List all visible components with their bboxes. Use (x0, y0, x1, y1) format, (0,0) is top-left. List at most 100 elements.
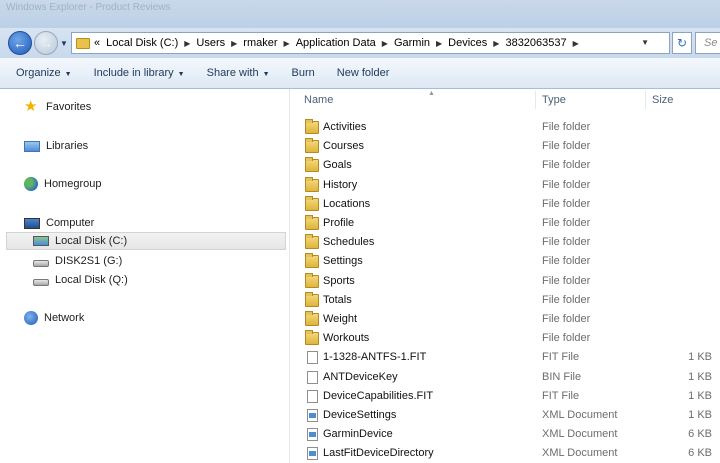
file-row[interactable]: GarminDevice XML Document 6 KB (291, 425, 720, 444)
folder-icon (305, 273, 319, 288)
file-row[interactable]: History File folder (291, 176, 720, 195)
file-row[interactable]: 1-1328-ANTFS-1.FIT FIT File 1 KB (291, 348, 720, 367)
column-header-size[interactable]: Size (652, 89, 673, 111)
file-row[interactable]: Workouts File folder (291, 329, 720, 348)
nav-drive-q[interactable]: Local Disk (Q:) (33, 271, 128, 289)
address-bar[interactable]: « Local Disk (C:) ▶ Users ▶ rmaker ▶ App… (71, 32, 670, 54)
nav-homegroup-label: Homegroup (44, 178, 102, 190)
file-row[interactable]: Courses File folder (291, 137, 720, 156)
share-with-label: Share with (206, 67, 259, 79)
breadcrumb-device-id[interactable]: 3832063537 (505, 37, 566, 49)
file-icon (307, 390, 318, 403)
file-type: File folder (542, 217, 591, 229)
nav-favorites-label: Favorites (46, 101, 92, 113)
file-type: FIT File (542, 390, 580, 402)
new-folder-button[interactable]: New folder (337, 67, 390, 79)
forward-arrow-icon[interactable]: → (34, 31, 58, 55)
file-name: DeviceCapabilities.FIT (323, 390, 434, 402)
file-type: FIT File (542, 351, 580, 363)
recent-pages-dropdown-icon[interactable]: ▼ (60, 39, 68, 48)
file-row[interactable]: Locations File folder (291, 195, 720, 214)
file-row[interactable]: Weight File folder (291, 310, 720, 329)
nav-computer[interactable]: Computer (24, 214, 94, 232)
file-row[interactable]: Totals File folder (291, 291, 720, 310)
breadcrumb-separator-icon[interactable]: ▶ (493, 39, 499, 48)
nav-drive-g[interactable]: DISK2S1 (G:) (33, 252, 122, 270)
file-size: 6 KB (688, 447, 712, 459)
homegroup-icon (24, 177, 38, 191)
file-name: Courses (323, 140, 364, 152)
file-name: GarminDevice (323, 428, 393, 440)
include-in-library-button[interactable]: Include in library ▼ (94, 67, 185, 79)
nav-libraries[interactable]: Libraries (24, 137, 88, 155)
file-row[interactable]: Activities File folder (291, 118, 720, 137)
breadcrumb-separator-icon[interactable]: ▶ (184, 39, 190, 48)
libraries-icon (24, 141, 40, 152)
nav-favorites[interactable]: ★ Favorites (24, 98, 91, 116)
file-type: File folder (542, 332, 591, 344)
removable-drive-icon (33, 259, 49, 267)
file-type: File folder (542, 198, 591, 210)
file-row[interactable]: Profile File folder (291, 214, 720, 233)
folder-icon (305, 138, 319, 153)
xml-file-icon (307, 409, 318, 422)
column-divider[interactable] (535, 91, 536, 109)
file-name: Settings (323, 255, 363, 267)
breadcrumb-overflow[interactable]: « (94, 37, 100, 49)
breadcrumb-local-disk-c[interactable]: Local Disk (C:) (106, 37, 178, 49)
file-row[interactable]: Goals File folder (291, 156, 720, 175)
address-dropdown-icon[interactable]: ▼ (641, 38, 649, 47)
file-name: ANTDeviceKey (323, 371, 398, 383)
back-arrow-icon[interactable]: ← (8, 31, 32, 55)
file-row[interactable]: DeviceCapabilities.FIT FIT File 1 KB (291, 387, 720, 406)
nav-drive-c-label: Local Disk (C:) (55, 235, 128, 247)
file-name: Schedules (323, 236, 375, 248)
search-input[interactable]: Se (695, 32, 720, 54)
file-row[interactable]: ANTDeviceKey BIN File 1 KB (291, 368, 720, 387)
column-header-type[interactable]: Type (542, 89, 566, 111)
folder-icon (305, 157, 319, 172)
file-row[interactable]: Sports File folder (291, 272, 720, 291)
nav-network-label: Network (44, 312, 85, 324)
breadcrumb-users[interactable]: Users (196, 37, 225, 49)
file-type: XML Document (542, 447, 618, 459)
file-size: 1 KB (688, 390, 712, 402)
breadcrumb-separator-icon[interactable]: ▶ (573, 39, 579, 48)
file-row[interactable]: DeviceSettings XML Document 1 KB (291, 406, 720, 425)
breadcrumb-rmaker[interactable]: rmaker (243, 37, 277, 49)
file-row[interactable]: Settings File folder (291, 252, 720, 271)
window-title: Windows Explorer - Product Reviews (6, 2, 171, 13)
nav-drive-c[interactable]: Local Disk (C:) (6, 232, 286, 250)
breadcrumb-devices[interactable]: Devices (448, 37, 487, 49)
column-divider[interactable] (645, 91, 646, 109)
breadcrumb-application-data[interactable]: Application Data (296, 37, 376, 49)
breadcrumb-separator-icon[interactable]: ▶ (231, 39, 237, 48)
file-type: File folder (542, 255, 591, 267)
file-type: XML Document (542, 428, 618, 440)
breadcrumb-separator-icon[interactable]: ▶ (382, 39, 388, 48)
organize-label: Organize (16, 67, 61, 79)
file-row[interactable]: LastFitDeviceDirectory XML Document 6 KB (291, 444, 720, 463)
organize-button[interactable]: Organize ▼ (16, 67, 72, 79)
breadcrumb-separator-icon[interactable]: ▶ (284, 39, 290, 48)
network-icon (24, 311, 38, 325)
column-header-name[interactable]: Name (304, 89, 333, 111)
nav-network[interactable]: Network (24, 309, 84, 327)
share-with-button[interactable]: Share with ▼ (207, 67, 270, 79)
refresh-icon[interactable]: ↻ (672, 32, 692, 54)
drive-icon (33, 278, 49, 286)
file-type: XML Document (542, 409, 618, 421)
breadcrumb-garmin[interactable]: Garmin (394, 37, 430, 49)
nav-homegroup[interactable]: Homegroup (24, 175, 101, 193)
folder-icon (76, 37, 90, 49)
file-name: Goals (323, 159, 352, 171)
file-size: 1 KB (688, 409, 712, 421)
burn-button[interactable]: Burn (292, 67, 315, 79)
breadcrumb-separator-icon[interactable]: ▶ (436, 39, 442, 48)
folder-icon (305, 292, 319, 307)
nav-drive-g-label: DISK2S1 (G:) (55, 255, 123, 267)
nav-libraries-label: Libraries (46, 140, 89, 152)
file-type: File folder (542, 275, 591, 287)
file-type: File folder (542, 179, 591, 191)
file-row[interactable]: Schedules File folder (291, 233, 720, 252)
